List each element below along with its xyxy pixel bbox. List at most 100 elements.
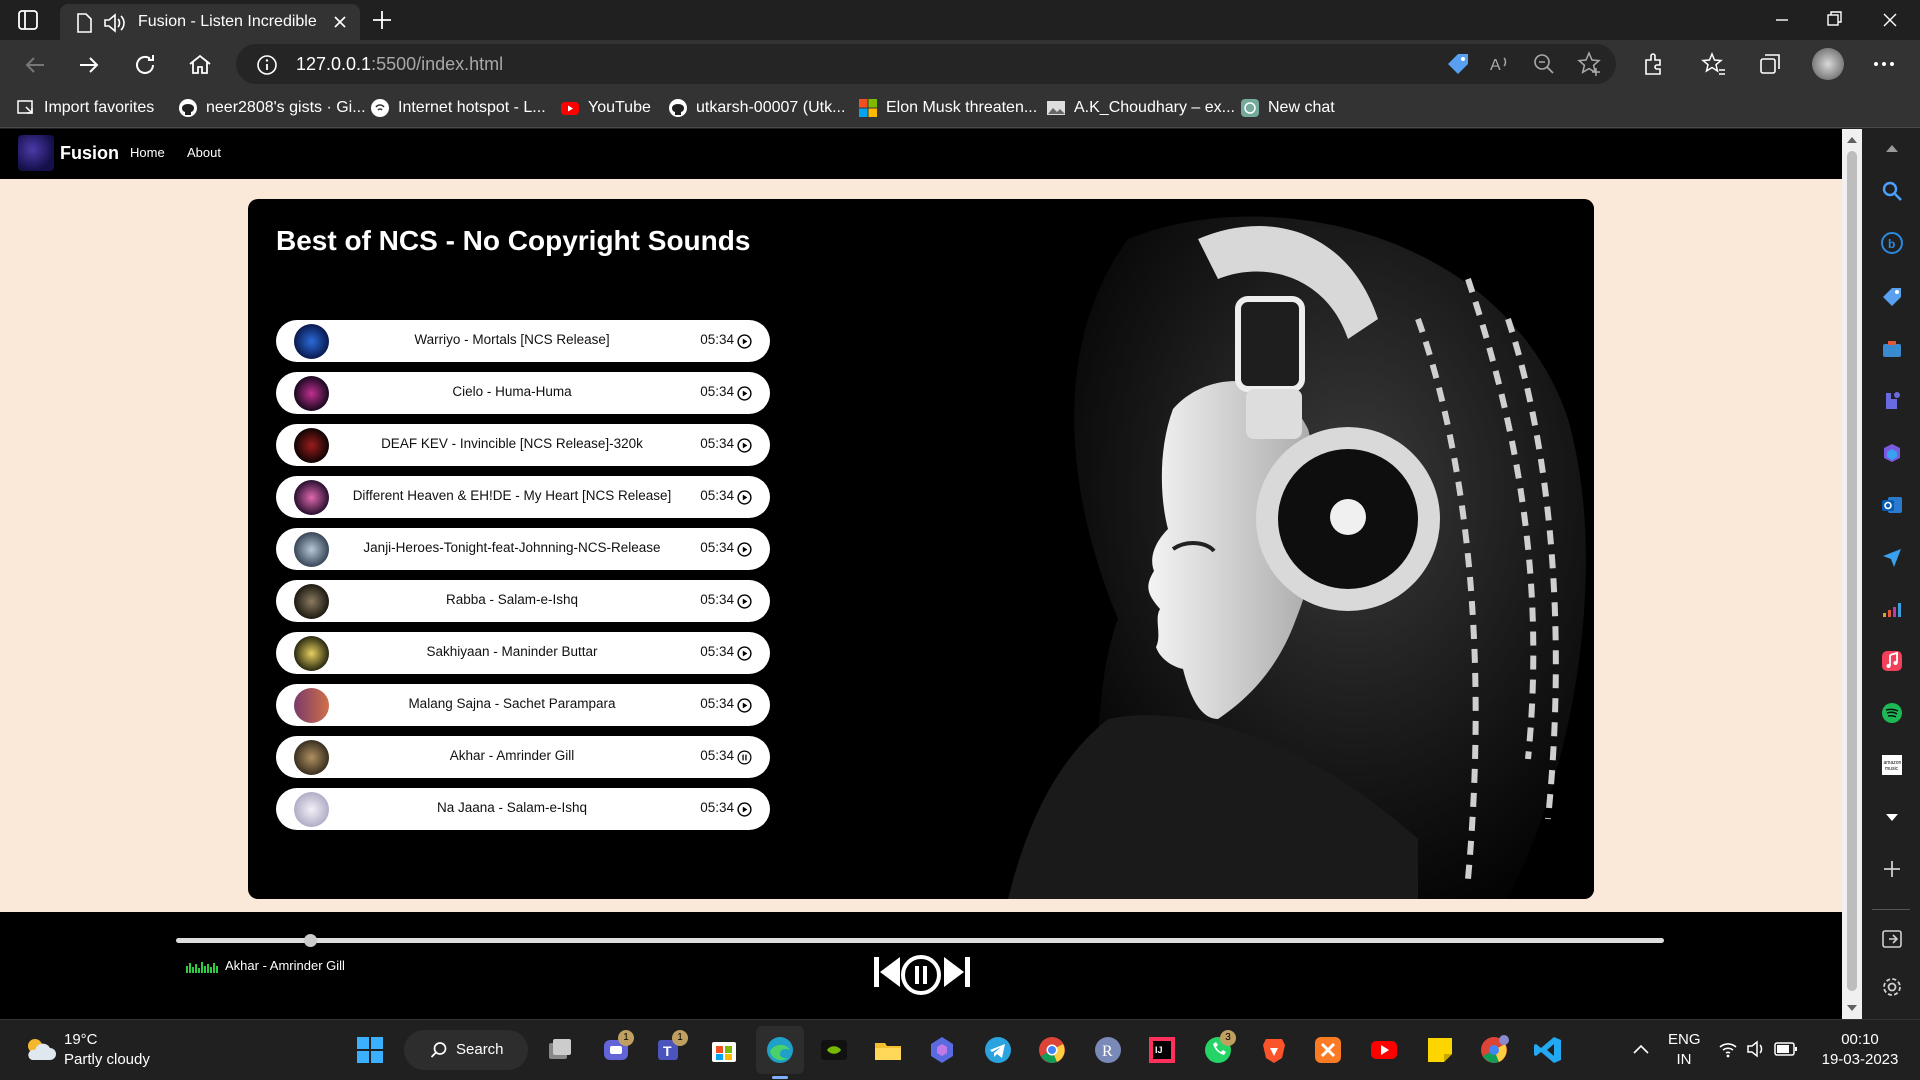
chrome-icon[interactable] — [1036, 1034, 1068, 1066]
nav-about-link[interactable]: About — [187, 145, 221, 160]
clock-time[interactable]: 00:10 — [1810, 1031, 1910, 1048]
fusion-logo[interactable] — [18, 135, 54, 171]
clock-date[interactable]: 19-03-2023 — [1810, 1051, 1910, 1068]
favorite-hotspot[interactable]: Internet hotspot - L... — [370, 96, 546, 120]
intellij-icon[interactable]: IJ — [1146, 1034, 1178, 1066]
play-icon[interactable] — [737, 490, 752, 505]
more-menu-icon[interactable] — [1870, 50, 1898, 78]
song-item[interactable]: Sakhiyaan - Maninder Buttar 05:34 — [276, 632, 770, 674]
song-item[interactable]: Different Heaven & EH!DE - My Heart [NCS… — [276, 476, 770, 518]
volume-icon[interactable] — [1746, 1040, 1766, 1058]
add-icon[interactable] — [1880, 857, 1904, 881]
favorite-elon[interactable]: Elon Musk threaten... — [858, 96, 1037, 120]
tools-icon[interactable] — [1880, 337, 1904, 361]
add-favorite-icon[interactable] — [1576, 50, 1604, 78]
scroll-down-icon[interactable] — [1846, 1003, 1858, 1013]
partly-cloudy-icon[interactable] — [22, 1034, 56, 1064]
outlook-icon[interactable] — [1880, 493, 1904, 517]
site-brand[interactable]: Fusion — [60, 143, 119, 164]
brave-icon[interactable] — [1258, 1034, 1290, 1066]
play-icon[interactable] — [737, 438, 752, 453]
refresh-icon[interactable] — [130, 50, 160, 80]
nav-home-link[interactable]: Home — [130, 145, 165, 160]
r-icon[interactable]: R — [1092, 1034, 1124, 1066]
deezer-icon[interactable] — [1880, 597, 1904, 621]
send-icon[interactable] — [1880, 545, 1904, 569]
speaker-icon[interactable] — [102, 12, 126, 34]
extensions-icon[interactable] — [1640, 50, 1668, 78]
favorite-new-chat[interactable]: New chat — [1240, 96, 1335, 120]
lang-line1[interactable]: ENG — [1668, 1031, 1701, 1048]
song-item[interactable]: Janji-Heroes-Tonight-feat-Johnning-NCS-R… — [276, 528, 770, 570]
taskbar-search[interactable]: Search — [404, 1030, 528, 1070]
sticky-notes-icon[interactable] — [1424, 1034, 1456, 1066]
copilot-icon[interactable] — [926, 1034, 958, 1066]
spotify-icon[interactable] — [1880, 701, 1904, 725]
site-info-icon[interactable] — [256, 54, 278, 76]
shopping-tag-icon[interactable] — [1880, 285, 1904, 309]
read-aloud-icon[interactable]: A — [1486, 50, 1514, 78]
song-item[interactable]: Malang Sajna - Sachet Parampara 05:34 — [276, 684, 770, 726]
windows-start-icon[interactable] — [354, 1034, 386, 1066]
scrollbar-thumb[interactable] — [1847, 151, 1857, 991]
pause-button-icon[interactable] — [900, 954, 942, 996]
microsoft-store-icon[interactable] — [708, 1034, 740, 1066]
favorite-akc[interactable]: A.K_Choudhary – ex... — [1046, 96, 1235, 120]
new-tab-icon[interactable] — [368, 6, 396, 34]
nvidia-icon[interactable] — [818, 1034, 850, 1066]
xampp-icon[interactable] — [1312, 1034, 1344, 1066]
play-icon[interactable] — [737, 334, 752, 349]
progress-slider[interactable] — [176, 934, 1664, 947]
browser-tab[interactable]: Fusion - Listen Incredible — [60, 4, 360, 40]
play-icon[interactable] — [737, 646, 752, 661]
settings-icon[interactable] — [1880, 975, 1904, 999]
battery-icon[interactable] — [1774, 1041, 1798, 1057]
lang-line2[interactable]: IN — [1668, 1051, 1700, 1068]
collections-icon[interactable] — [1756, 50, 1784, 78]
play-icon[interactable] — [737, 594, 752, 609]
vscode-icon[interactable] — [1532, 1034, 1564, 1066]
next-track-icon[interactable] — [942, 955, 972, 989]
previous-track-icon[interactable] — [872, 955, 902, 989]
song-item[interactable]: DEAF KEV - Invincible [NCS Release]-320k… — [276, 424, 770, 466]
progress-thumb[interactable] — [303, 934, 317, 947]
page-scrollbar[interactable] — [1842, 129, 1862, 1019]
song-item[interactable]: Warriyo - Mortals [NCS Release] 05:34 — [276, 320, 770, 362]
play-icon[interactable] — [737, 698, 752, 713]
scroll-down-icon[interactable] — [1880, 805, 1904, 829]
favorites-icon[interactable] — [1700, 50, 1728, 78]
song-item[interactable]: Akhar - Amrinder Gill 05:34 — [276, 736, 770, 778]
favorite-youtube[interactable]: YouTube — [560, 96, 651, 120]
search-icon[interactable] — [1880, 179, 1904, 203]
telegram-icon[interactable] — [982, 1034, 1014, 1066]
address-bar[interactable]: 127.0.0.1:5500/index.html A — [236, 44, 1616, 84]
task-view-icon[interactable] — [544, 1034, 576, 1066]
song-item[interactable]: Na Jaana - Salam-e-Ishq 05:34 — [276, 788, 770, 830]
file-explorer-icon[interactable] — [872, 1034, 904, 1066]
zoom-out-icon[interactable] — [1530, 50, 1558, 78]
chrome-profile-icon[interactable] — [1478, 1034, 1510, 1066]
coupon-tag-icon[interactable] — [1444, 50, 1472, 78]
bing-chat-icon[interactable]: b — [1880, 231, 1904, 255]
close-window-icon[interactable] — [1870, 6, 1910, 34]
back-icon[interactable] — [20, 50, 50, 80]
hide-sidebar-icon[interactable] — [1880, 927, 1904, 951]
url-text[interactable]: 127.0.0.1:5500/index.html — [296, 54, 503, 75]
tab-actions-icon[interactable] — [16, 8, 42, 32]
play-icon[interactable] — [737, 802, 752, 817]
scroll-up-icon[interactable] — [1880, 137, 1904, 161]
restore-icon[interactable] — [1814, 6, 1854, 34]
microsoft-365-icon[interactable] — [1880, 441, 1904, 465]
home-icon[interactable] — [185, 50, 215, 80]
chevron-up-icon[interactable] — [1632, 1042, 1650, 1056]
favorite-import[interactable]: Import favorites — [16, 96, 154, 120]
youtube-icon[interactable] — [1368, 1034, 1400, 1066]
pause-icon[interactable] — [737, 750, 752, 765]
song-item[interactable]: Rabba - Salam-e-Ishq 05:34 — [276, 580, 770, 622]
wifi-icon[interactable] — [1718, 1040, 1738, 1058]
forward-icon[interactable] — [74, 50, 104, 80]
edge-browser-icon[interactable] — [764, 1034, 796, 1066]
favorite-github-user[interactable]: utkarsh-00007 (Utk... — [668, 96, 845, 120]
minimize-icon[interactable] — [1762, 6, 1802, 34]
favorite-gists[interactable]: neer2808's gists · Gi... — [178, 96, 366, 120]
